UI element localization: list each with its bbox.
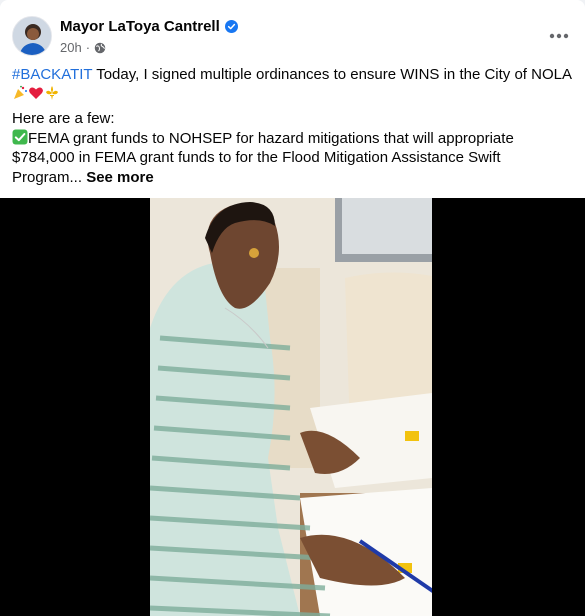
video-thumbnail-image <box>150 198 432 616</box>
video-frame[interactable] <box>150 198 432 616</box>
post-line-1: Today, I signed multiple ordinances to e… <box>92 66 572 83</box>
hashtag-link[interactable]: #BACKATIT <box>12 66 92 83</box>
post-header: Mayor LaToya Cantrell 20h · <box>12 16 573 56</box>
more-options-icon <box>549 33 569 39</box>
post-text: #BACKATIT Today, I signed multiple ordin… <box>12 65 572 192</box>
post-text-paragraph-2: Here are a few: FEMA grant funds to NOHS… <box>12 109 572 187</box>
author-name[interactable]: Mayor LaToya Cantrell <box>60 18 238 35</box>
check-mark-button-icon <box>12 129 28 144</box>
see-more-link[interactable]: See more <box>86 169 154 186</box>
globe-icon[interactable] <box>94 42 106 54</box>
party-popper-icon <box>14 85 27 99</box>
post-video[interactable] <box>0 198 585 616</box>
post-text-paragraph-1: #BACKATIT Today, I signed multiple ordin… <box>12 65 572 104</box>
post-meta: 20h · <box>60 40 106 55</box>
fleur-de-lis-icon <box>46 85 58 100</box>
verified-badge-icon <box>224 20 238 33</box>
post-timestamp[interactable]: 20h <box>60 40 82 55</box>
author-avatar[interactable] <box>12 16 52 56</box>
meta-separator: · <box>85 40 91 55</box>
author-name-text[interactable]: Mayor LaToya Cantrell <box>60 18 220 35</box>
post-line-2: Here are a few: <box>12 110 115 127</box>
more-options-button[interactable] <box>545 22 573 50</box>
post-card: Mayor LaToya Cantrell 20h · #BACKATIT To <box>0 0 585 616</box>
red-heart-icon <box>29 87 43 99</box>
